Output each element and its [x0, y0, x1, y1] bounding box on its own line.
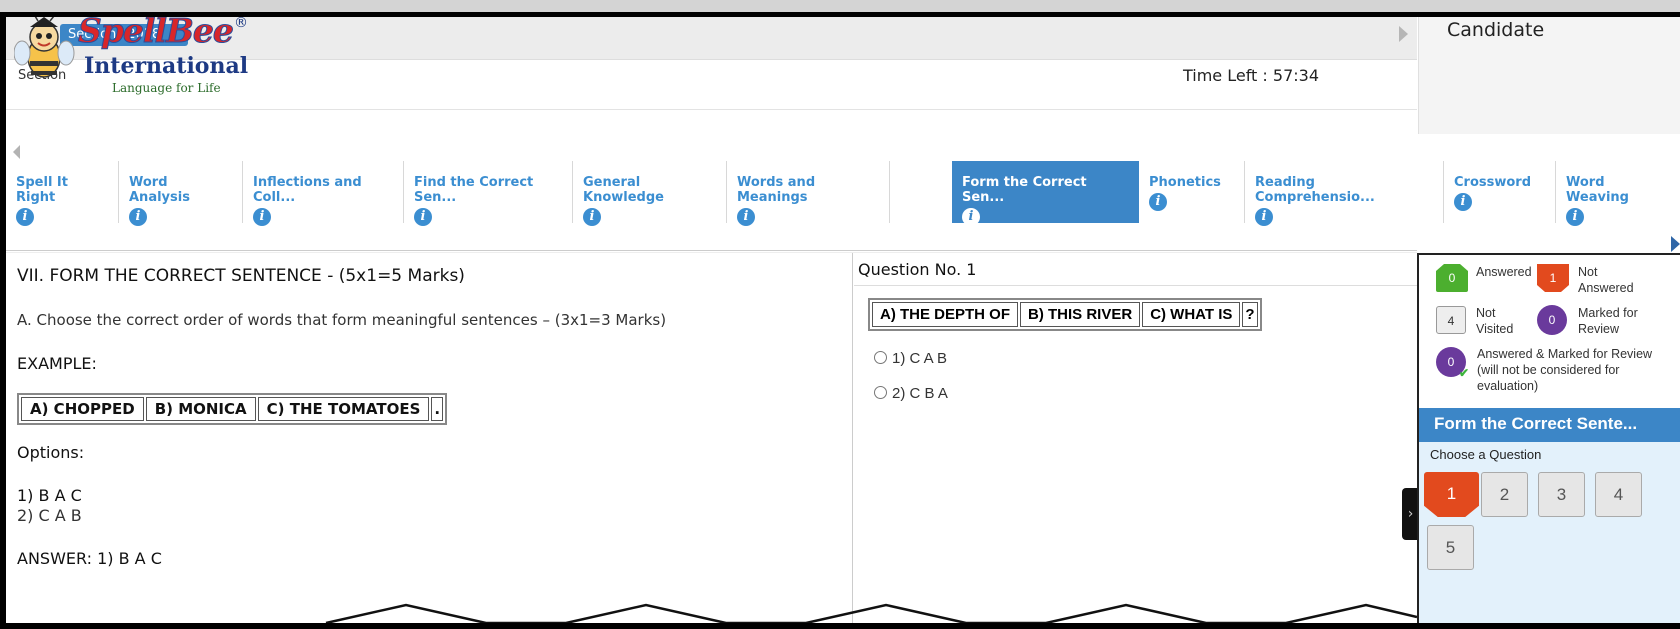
option-label: 2) C B A: [892, 385, 948, 402]
tab-label: Inflections and Coll...: [253, 175, 362, 205]
check-icon: ✔: [1458, 366, 1469, 380]
radio-button[interactable]: [874, 351, 887, 364]
question-word: ?: [1242, 302, 1258, 327]
logo-wordmark: SpellBee: [78, 17, 235, 51]
exam-frame: Sections 2018 Section Time Left : 57:34 …: [6, 17, 1680, 623]
info-icon[interactable]: i: [737, 208, 755, 226]
question-number: Question No. 1: [854, 253, 1417, 286]
question-word: C) WHAT IS: [1142, 302, 1241, 327]
answer-option-1[interactable]: 1) C A B: [874, 350, 947, 367]
example-word: .: [431, 397, 444, 421]
tab-form-correct-sentence[interactable]: Form the Correct Sen... i: [952, 161, 1139, 226]
tab-general-knowledge[interactable]: General Knowledge i: [573, 161, 727, 226]
instructions-pane: VII. FORM THE CORRECT SENTENCE - (5x1=5 …: [6, 253, 853, 623]
info-icon[interactable]: i: [1454, 193, 1472, 211]
tab-label: Word Analysis: [129, 175, 190, 205]
answered-marked-status-icon: 0 ✔: [1436, 347, 1469, 380]
answered-status-icon: 0: [1436, 264, 1468, 292]
logo-tagline: Language for Life: [112, 81, 221, 95]
tab-label: Words and Meanings: [737, 175, 816, 205]
tab-find-correct-sentence[interactable]: Find the Correct Sen... i: [404, 161, 573, 226]
question-button-5[interactable]: 5: [1427, 525, 1474, 570]
example-word: A) CHOPPED: [21, 397, 144, 421]
tab-reading-comprehension[interactable]: Reading Comprehensio... i: [1245, 161, 1444, 226]
legend-answered: Answered: [1476, 265, 1532, 279]
legend-not-visited: Not Visited: [1476, 306, 1514, 336]
not-answered-status-icon: 1: [1537, 264, 1569, 292]
section-instruction: A. Choose the correct order of words tha…: [17, 311, 667, 329]
palette-section-title: Form the Correct Sente...: [1419, 408, 1680, 442]
tab-label: Reading Comprehensio...: [1255, 175, 1375, 205]
question-button-3[interactable]: 3: [1538, 472, 1585, 517]
candidate-name: Candidate: [1447, 19, 1545, 41]
choose-question-label: Choose a Question: [1430, 447, 1542, 462]
section-heading: VII. FORM THE CORRECT SENTENCE - (5x1=5 …: [17, 266, 465, 286]
decorative-zigzag: [325, 603, 1417, 623]
question-word-table: A) THE DEPTH OF B) THIS RIVER C) WHAT IS…: [868, 298, 1262, 331]
tab-word-analysis[interactable]: Word Analysis i: [119, 161, 243, 226]
info-icon[interactable]: i: [129, 208, 147, 226]
tab-label: Spell It Right: [16, 175, 68, 205]
example-word: C) THE TOMATOES: [257, 397, 430, 421]
example-word-table: A) CHOPPED B) MONICA C) THE TOMATOES .: [17, 393, 448, 425]
section-scroll-right-icon[interactable]: [1399, 26, 1408, 42]
status-count: 0: [1447, 355, 1455, 369]
tab-label: Crossword: [1454, 175, 1532, 190]
not-visited-status-icon: 4: [1436, 306, 1466, 334]
info-icon[interactable]: i: [1255, 208, 1273, 226]
time-left: Time Left : 57:34: [1182, 66, 1319, 85]
tabs-scroll-left-icon[interactable]: [13, 145, 20, 159]
question-palette-panel: 0 Answered 1 Not Answered 4 Not Visited …: [1417, 253, 1680, 623]
tab-word-weaving[interactable]: Word Weaving i: [1556, 161, 1680, 226]
info-icon[interactable]: i: [962, 208, 980, 226]
question-button-1[interactable]: 1: [1424, 472, 1479, 517]
info-icon[interactable]: i: [253, 208, 271, 226]
question-word: A) THE DEPTH OF: [872, 302, 1018, 327]
logo-subtitle: International: [84, 53, 249, 79]
tab-label: Form the Correct Sen...: [962, 175, 1087, 205]
info-icon[interactable]: i: [414, 208, 432, 226]
tab-label: Phonetics: [1149, 175, 1221, 190]
logo-registered: ®: [234, 17, 248, 31]
radio-button[interactable]: [874, 386, 887, 399]
tab-words-and-meanings[interactable]: Words and Meanings i: [727, 161, 890, 226]
tab-inflections[interactable]: Inflections and Coll... i: [243, 161, 404, 226]
tab-label: Find the Correct Sen...: [414, 175, 534, 205]
info-icon[interactable]: i: [16, 208, 34, 226]
tab-label: General Knowledge: [583, 175, 664, 205]
question-button-2[interactable]: 2: [1481, 472, 1528, 517]
question-word: B) THIS RIVER: [1020, 302, 1141, 327]
info-icon[interactable]: i: [1566, 208, 1584, 226]
tab-phonetics[interactable]: Phonetics i: [1139, 161, 1245, 223]
palette-body: Choose a Question 1 2 3 4 5: [1419, 442, 1680, 623]
info-icon[interactable]: i: [1149, 193, 1167, 211]
answer-option-2[interactable]: 2) C B A: [874, 385, 948, 402]
legend-marked: Marked for Review: [1578, 306, 1638, 336]
question-pane: Question No. 1 A) THE DEPTH OF B) THIS R…: [854, 253, 1417, 623]
tab-crossword[interactable]: Crossword i: [1444, 161, 1556, 223]
example-answer: ANSWER: 1) B A C: [17, 549, 162, 568]
spellbee-logo: SpellBee ® International Language for Li…: [14, 17, 249, 95]
candidate-panel: Candidate: [1418, 17, 1680, 134]
info-icon[interactable]: i: [583, 208, 601, 226]
marked-status-icon: 0: [1537, 305, 1567, 335]
tab-label: Word Weaving: [1566, 175, 1629, 205]
example-option: 2) C A B: [17, 506, 82, 525]
legend-not-answered: Not Answered: [1578, 265, 1634, 295]
question-button-4[interactable]: 4: [1595, 472, 1642, 517]
legend-answered-marked: Answered & Marked for Review (will not b…: [1477, 347, 1653, 393]
top-window-bar: [0, 0, 1680, 12]
example-word: B) MONICA: [145, 397, 256, 421]
options-label: Options:: [17, 443, 85, 462]
tabs-scroll-right-icon[interactable]: [1671, 236, 1680, 252]
bee-mascot-icon: [14, 17, 75, 78]
option-label: 1) C A B: [892, 350, 948, 367]
example-label: EXAMPLE:: [17, 354, 97, 373]
tab-spell-it-right[interactable]: Spell It Right i: [6, 161, 119, 226]
example-option: 1) B A C: [17, 486, 82, 505]
